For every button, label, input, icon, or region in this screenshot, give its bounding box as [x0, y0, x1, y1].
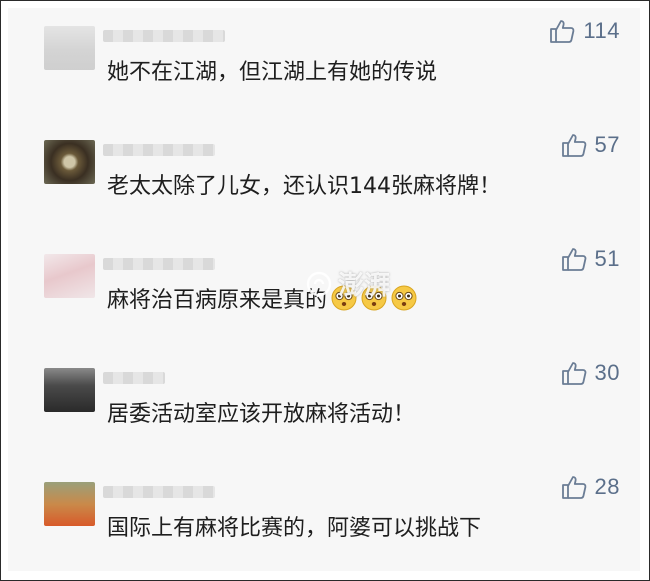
like-button[interactable]: 30 — [559, 356, 620, 390]
username-redacted — [103, 258, 215, 270]
avatar[interactable] — [44, 254, 95, 298]
like-count: 57 — [594, 132, 620, 157]
comment-item: 28 国际上有麻将比赛的，阿婆可以挑战下 — [8, 464, 640, 571]
watermark-logo-icon — [306, 271, 332, 296]
thumbs-up-icon — [561, 362, 586, 385]
username-redacted — [103, 372, 165, 384]
comment-text-content: 麻将治百病原来是真的 — [107, 288, 328, 313]
like-count: 28 — [594, 474, 620, 499]
watermark-text: 澎湃 — [338, 271, 391, 301]
thumbs-up-icon — [561, 134, 586, 157]
comment-item: 30 居委活动室应该开放麻将活动！ — [8, 350, 640, 462]
comments-panel: 114 她不在江湖，但江湖上有她的传说 57 老太太除了儿女，还认识144张麻将… — [8, 8, 640, 571]
comment-text: 居委活动室应该开放麻将活动！ — [107, 397, 415, 427]
avatar[interactable] — [44, 140, 95, 184]
comment-text-content: 国际上有麻将比赛的，阿婆可以挑战下 — [107, 516, 482, 541]
comment-text-content: 她不在江湖，但江湖上有她的传说 — [107, 60, 438, 85]
thumbs-up-icon — [561, 476, 586, 499]
avatar[interactable] — [44, 26, 95, 70]
avatar[interactable] — [44, 368, 95, 412]
comment-text-content: 居委活动室应该开放麻将活动！ — [107, 402, 416, 427]
thumbs-up-icon — [561, 248, 586, 271]
comment-item: 114 她不在江湖，但江湖上有她的传说 — [8, 8, 640, 120]
like-button[interactable]: 28 — [559, 470, 620, 504]
comment-text-content: 老太太除了儿女，还认识144张麻将牌！ — [107, 174, 501, 199]
comment-item: 57 老太太除了儿女，还认识144张麻将牌！ — [8, 122, 640, 234]
username-redacted — [103, 486, 215, 498]
username-redacted — [103, 30, 225, 42]
comment-text: 她不在江湖，但江湖上有她的传说 — [107, 55, 437, 85]
comment-text: 国际上有麻将比赛的，阿婆可以挑战下 — [107, 511, 481, 541]
thumbs-up-icon — [550, 20, 575, 43]
like-button[interactable]: 57 — [559, 128, 620, 162]
username-redacted — [103, 144, 215, 156]
like-count: 30 — [594, 360, 620, 385]
like-count: 51 — [594, 246, 620, 271]
watermark: 澎湃 — [304, 265, 390, 302]
like-button[interactable]: 114 — [547, 14, 620, 48]
like-count: 114 — [583, 18, 620, 43]
comment-text: 老太太除了儿女，还认识144张麻将牌！ — [107, 169, 501, 199]
avatar[interactable] — [44, 482, 95, 526]
like-button[interactable]: 51 — [559, 242, 620, 276]
dizzy-face-icon — [391, 285, 417, 311]
